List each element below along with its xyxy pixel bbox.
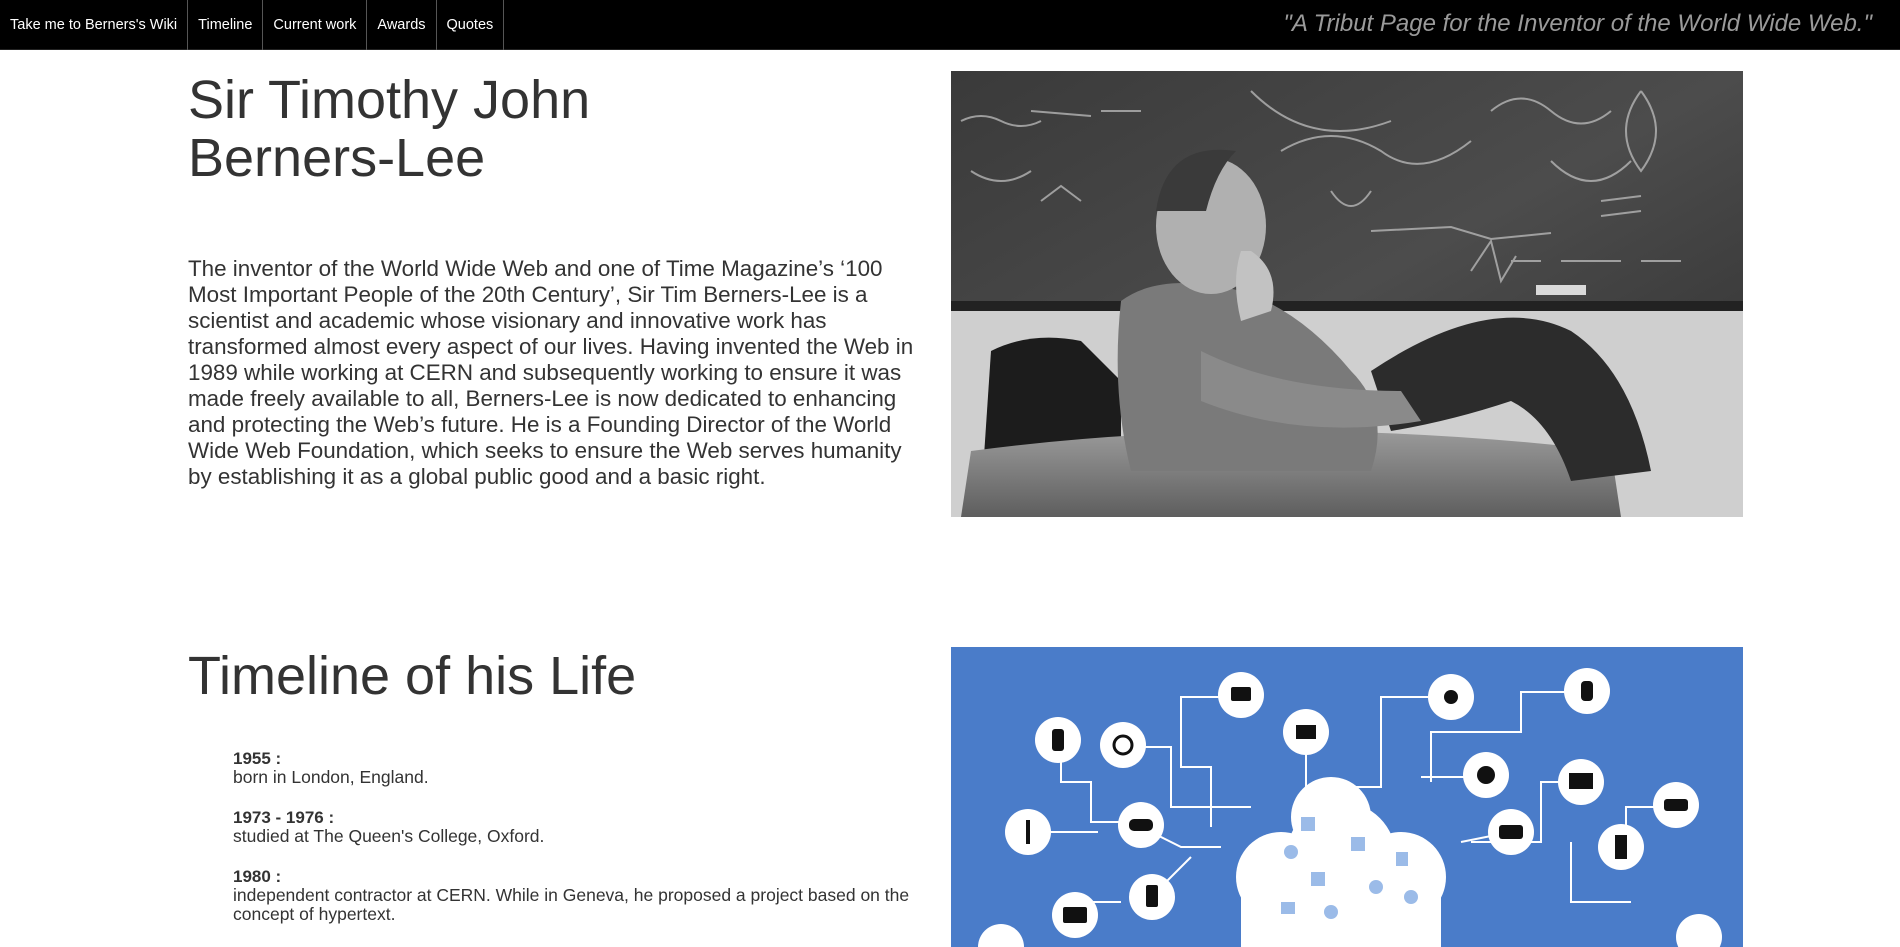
nav-link-timeline[interactable]: Timeline	[188, 0, 264, 50]
timeline-item: 1955 : born in London, England.	[233, 749, 933, 787]
timeline-heading: Timeline of his Life	[188, 646, 637, 706]
nav-links: Take me to Berners's Wiki Timeline Curre…	[0, 0, 505, 50]
bio-paragraph: The inventor of the World Wide Web and o…	[188, 256, 914, 489]
page-title: Sir Timothy John Berners-Lee	[188, 71, 788, 187]
portrait-photo	[951, 71, 1743, 517]
timeline-item: 1980 : independent contractor at CERN. W…	[233, 867, 933, 924]
timeline-item: 1973 - 1976 : studied at The Queen's Col…	[233, 808, 933, 846]
timeline-description: studied at The Queen's College, Oxford.	[233, 826, 545, 846]
nav-link-wiki[interactable]: Take me to Berners's Wiki	[0, 0, 189, 50]
page-title-line2: Berners-Lee	[188, 128, 486, 188]
page-title-line1: Sir Timothy John	[188, 70, 591, 130]
timeline-description: born in London, England.	[233, 767, 429, 787]
page-tagline: "A Tribut Page for the Inventor of the W…	[1283, 10, 1872, 37]
timeline-date: 1980 :	[233, 867, 282, 886]
timeline-list: 1955 : born in London, England. 1973 - 1…	[233, 749, 933, 945]
timeline-description: independent contractor at CERN. While in…	[233, 885, 910, 924]
internet-of-things-illustration	[951, 647, 1743, 947]
top-navbar: Take me to Berners's Wiki Timeline Curre…	[0, 0, 1900, 50]
timeline-date: 1973 - 1976 :	[233, 808, 335, 827]
nav-link-current-work[interactable]: Current work	[263, 0, 368, 50]
nav-link-quotes[interactable]: Quotes	[437, 0, 505, 50]
portrait-photo-illustration	[951, 71, 1743, 517]
network-diagram-image	[951, 647, 1743, 947]
nav-link-awards[interactable]: Awards	[367, 0, 437, 50]
timeline-date: 1955 :	[233, 749, 282, 768]
